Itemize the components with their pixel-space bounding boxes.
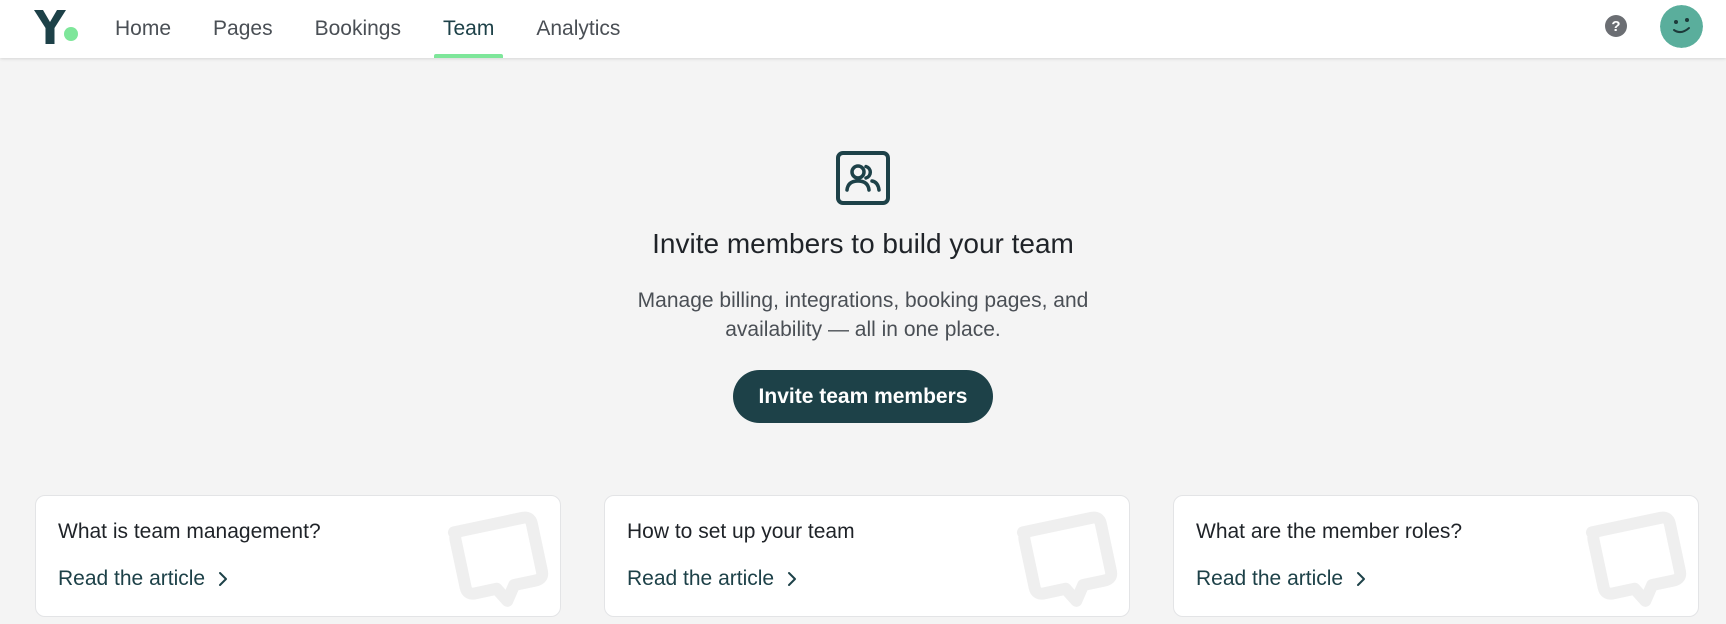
article-title: How to set up your team (627, 520, 855, 543)
article-title: What is team management? (58, 520, 321, 543)
read-article-link[interactable]: Read the article (1196, 567, 1367, 591)
chevron-right-icon (219, 572, 228, 586)
hero-title: Invite members to build your team (652, 228, 1074, 259)
chevron-right-icon (788, 572, 797, 586)
article-title: What are the member roles? (1196, 520, 1463, 543)
help-articles: What is team management? Read the articl… (35, 495, 1699, 617)
empty-state: Invite members to build your team Manage… (0, 150, 1726, 423)
article-card-member-roles[interactable]: What are the member roles? Read the arti… (1173, 495, 1699, 617)
chat-bubble-icon (1016, 511, 1118, 607)
read-article-link[interactable]: Read the article (58, 567, 229, 591)
help-icon[interactable]: ? (1605, 15, 1627, 37)
nav-team[interactable]: Team (422, 0, 515, 58)
chevron-right-icon (1357, 572, 1366, 586)
nav-home-label: Home (115, 17, 172, 40)
main-nav: Home Pages Bookings Team Analytics (94, 0, 641, 58)
article-card-setup-team[interactable]: How to set up your team Read the article (604, 495, 1130, 617)
user-avatar[interactable] (1660, 5, 1703, 48)
team-icon (836, 151, 890, 205)
help-glyph: ? (1611, 17, 1621, 35)
nav-bookings-label: Bookings (314, 17, 401, 40)
nav-team-label: Team (442, 17, 495, 40)
read-article-label: Read the article (58, 567, 206, 590)
chat-bubble-icon (1585, 511, 1687, 607)
nav-home[interactable]: Home (94, 0, 192, 58)
article-card-team-management[interactable]: What is team management? Read the articl… (35, 495, 561, 617)
nav-bookings[interactable]: Bookings (294, 0, 422, 58)
read-article-label: Read the article (1196, 567, 1344, 590)
nav-analytics[interactable]: Analytics (515, 0, 641, 58)
nav-analytics-label: Analytics (536, 17, 621, 40)
hero-description: Manage billing, integrations, booking pa… (637, 289, 1089, 341)
top-navigation-bar: Home Pages Bookings Team Analytics ? (0, 0, 1726, 58)
invite-team-members-button[interactable]: Invite team members (732, 370, 994, 423)
nav-pages[interactable]: Pages (192, 0, 294, 58)
nav-pages-label: Pages (213, 17, 273, 40)
brand-logo[interactable] (34, 10, 80, 44)
read-article-label: Read the article (627, 567, 775, 590)
chat-bubble-icon (447, 511, 549, 607)
read-article-link[interactable]: Read the article (627, 567, 798, 591)
